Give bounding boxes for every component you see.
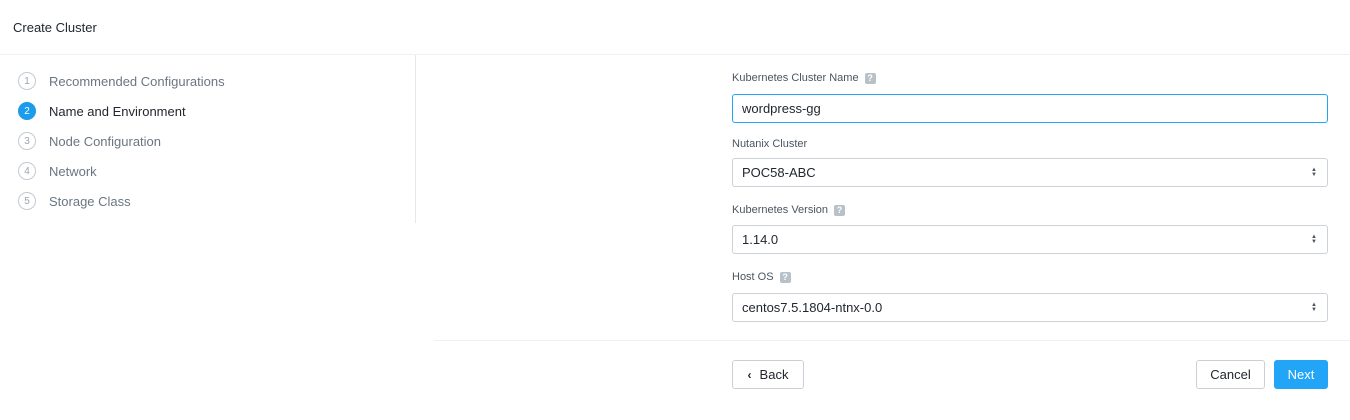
footer-divider (434, 340, 1350, 341)
host-os-select[interactable]: centos7.5.1804-ntnx-0.0 ▲ ▼ (732, 293, 1328, 322)
page-header: Create Cluster (0, 0, 1350, 55)
next-button[interactable]: Next (1274, 360, 1328, 389)
step-number: 1 (18, 72, 36, 90)
k8s-version-value: 1.14.0 (742, 232, 779, 247)
k8s-version-select[interactable]: 1.14.0 ▲ ▼ (732, 225, 1328, 254)
step-label: Recommended Configurations (49, 73, 225, 89)
step-number: 2 (18, 102, 36, 120)
step-label: Name and Environment (49, 103, 186, 119)
help-icon[interactable]: ? (834, 204, 846, 216)
k8s-version-label: Kubernetes Version ? (732, 204, 846, 216)
step-number: 5 (18, 192, 36, 210)
host-os-label: Host OS ? (732, 271, 791, 283)
cluster-name-input[interactable] (732, 94, 1328, 123)
nutanix-cluster-value: POC58-ABC (742, 165, 816, 180)
step-node-configuration[interactable]: 3 Node Configuration (18, 131, 161, 151)
step-number: 4 (18, 162, 36, 180)
host-os-value: centos7.5.1804-ntnx-0.0 (742, 300, 883, 315)
back-button-label: Back (759, 367, 789, 382)
chevron-left-icon: ‹ (747, 367, 752, 382)
step-storage-class[interactable]: 5 Storage Class (18, 191, 131, 211)
select-arrows-icon: ▲ ▼ (1311, 233, 1317, 245)
nutanix-cluster-select[interactable]: POC58-ABC ▲ ▼ (732, 158, 1328, 187)
cluster-name-label-text: Kubernetes Cluster Name (732, 72, 859, 84)
wizard-steps: 1 Recommended Configurations 2 Name and … (0, 55, 416, 223)
help-icon[interactable]: ? (779, 271, 791, 283)
cancel-button[interactable]: Cancel (1196, 360, 1265, 389)
step-name-and-environment[interactable]: 2 Name and Environment (18, 101, 186, 121)
select-arrows-icon: ▲ ▼ (1311, 301, 1317, 313)
host-os-label-text: Host OS (732, 271, 774, 283)
step-label: Node Configuration (49, 133, 162, 149)
back-button[interactable]: ‹ Back (732, 360, 804, 389)
next-button-label: Next (1287, 367, 1315, 382)
step-label: Network (49, 163, 97, 179)
step-recommended-configurations[interactable]: 1 Recommended Configurations (18, 71, 225, 91)
nutanix-cluster-label-text: Nutanix Cluster (732, 138, 808, 150)
step-number: 3 (18, 132, 36, 150)
select-arrows-icon: ▲ ▼ (1311, 166, 1317, 178)
k8s-version-label-text: Kubernetes Version (732, 204, 829, 216)
cluster-name-label: Kubernetes Cluster Name ? (732, 72, 876, 84)
step-network[interactable]: 4 Network (18, 161, 97, 181)
step-label: Storage Class (49, 193, 131, 209)
cancel-button-label: Cancel (1210, 367, 1251, 382)
page-title: Create Cluster (13, 20, 97, 35)
help-icon[interactable]: ? (864, 72, 876, 84)
nutanix-cluster-label: Nutanix Cluster (732, 138, 807, 150)
